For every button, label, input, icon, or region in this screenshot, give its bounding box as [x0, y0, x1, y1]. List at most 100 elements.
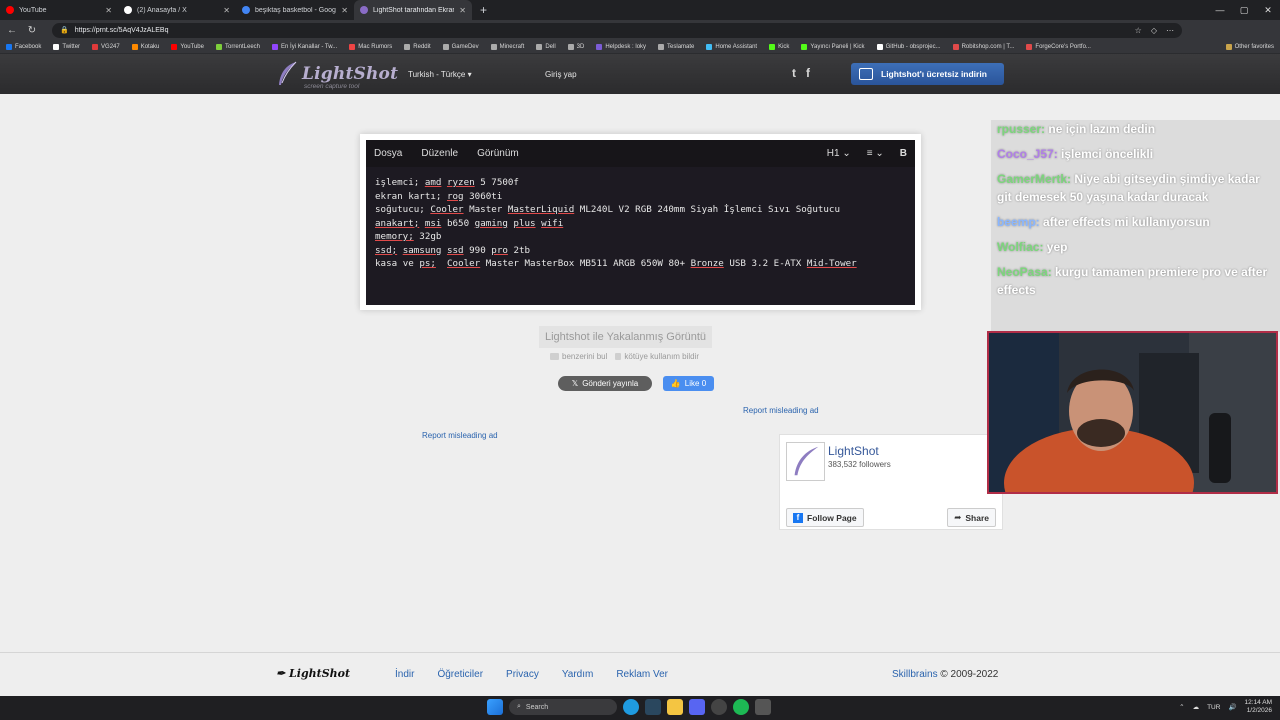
bookmark-item[interactable]: GitHub - obsprojec...	[876, 43, 941, 50]
steam-icon[interactable]	[645, 699, 661, 715]
lightshot-logo[interactable]: LightShot screen capture tool	[276, 61, 398, 90]
language-select[interactable]: Turkish - Türkçe ▾	[408, 70, 472, 79]
bookmark-favicon-icon	[801, 43, 808, 50]
extensions-icon[interactable]: ◇	[1151, 26, 1157, 35]
find-similar-link[interactable]: benzerini bul	[550, 352, 607, 361]
bookmark-favicon-icon	[952, 43, 959, 50]
share-button[interactable]: ➦ Share	[947, 508, 996, 527]
browser-tab[interactable]: YouTube ✕	[0, 0, 118, 20]
url-field[interactable]: 🔒 https://prnt.sc/5AqV4JzALEBq ☆ ◇ ⋯	[52, 22, 1182, 38]
tab-close-icon[interactable]: ✕	[105, 6, 112, 15]
browser-tab[interactable]: (2) Anasayfa / X ✕	[118, 0, 236, 20]
discord-icon[interactable]	[689, 699, 705, 715]
reload-icon[interactable]: ↻	[26, 25, 38, 36]
lock-icon: 🔒	[60, 27, 69, 34]
code-line: kasa ve ps; Cooler Master MasterBox MB51…	[375, 258, 857, 269]
bookmark-item[interactable]: VG247	[92, 43, 120, 50]
bookmark-item[interactable]: ForgeCore's Portfo...	[1026, 43, 1091, 50]
bookmark-item[interactable]: Dell	[536, 43, 556, 50]
editor-menubar: Dosya Düzenle Görünüm H1 ⌄ ≡ ⌄ B	[366, 140, 915, 167]
bookmark-item[interactable]: YouTube	[171, 43, 204, 50]
download-button[interactable]: Lightshot'ı ücretsiz indirin	[851, 63, 1004, 85]
report-abuse-link[interactable]: kötüye kullanım bildir	[615, 352, 699, 361]
bold-icon: B	[899, 148, 907, 159]
network-icon[interactable]: ☁	[1193, 703, 1200, 711]
maximize-icon[interactable]: ▢	[1232, 0, 1256, 20]
follow-page-button[interactable]: f Follow Page	[786, 508, 864, 527]
code-line: ssd; samsung ssd 990 pro 2tb	[375, 244, 531, 256]
footer-link[interactable]: Yardım	[562, 669, 594, 680]
minimize-icon[interactable]: —	[1208, 0, 1232, 20]
chat-username: NeoPasa:	[997, 265, 1052, 279]
footer-link[interactable]: İndir	[395, 669, 414, 680]
footer-link[interactable]: Privacy	[506, 669, 539, 680]
chat-username: rpusser:	[997, 122, 1046, 136]
browser-tab-strip: YouTube ✕ (2) Anasayfa / X ✕ beşiktaş basket…	[0, 0, 1280, 20]
facebook-icon: f	[793, 512, 803, 523]
x-icon: 𝕏	[571, 379, 579, 388]
bookmark-item[interactable]: TorrentLeech	[215, 43, 260, 50]
lang-indicator[interactable]: TUR	[1207, 704, 1220, 711]
tab-close-icon[interactable]: ✕	[459, 6, 466, 15]
browser-tab[interactable]: LightShot tarafından Ekran Görüntüsü ✕	[354, 0, 472, 20]
menu-icon[interactable]: ⋯	[1166, 26, 1174, 35]
facebook-icon[interactable]: f	[806, 66, 810, 80]
bookmark-item[interactable]: Robitshop.com | T...	[952, 43, 1014, 50]
bookmark-item[interactable]: Yayıncı Paneli | Kick	[801, 43, 865, 50]
tweet-button[interactable]: 𝕏 Gönderi yayınla	[558, 376, 652, 391]
bookmark-item[interactable]: Reddit	[404, 43, 431, 50]
like-button[interactable]: 👍 Like 0	[663, 376, 714, 391]
footer-logo[interactable]: ✒ LightShot	[276, 667, 350, 680]
obs-icon[interactable]	[711, 699, 727, 715]
bookmark-favicon-icon	[1026, 43, 1033, 50]
other-favorites[interactable]: Other favorites	[1225, 43, 1274, 50]
bookmark-item[interactable]: Facebook	[6, 43, 41, 50]
clock[interactable]: 12:14 AM 1/2/2026	[1245, 699, 1272, 715]
browser-tab[interactable]: beşiktaş basketbol - Google Search ✕	[236, 0, 354, 20]
folder-icon[interactable]	[667, 699, 683, 715]
bookmark-item[interactable]: GameDev	[442, 43, 479, 50]
bookmark-item[interactable]: Helpdesk : loky	[596, 43, 646, 50]
facebook-page-widget: LightShot 383,532 followers f Follow Page…	[779, 434, 1003, 530]
star-icon[interactable]: ☆	[1135, 26, 1142, 35]
spotify-icon[interactable]	[733, 699, 749, 715]
edge-icon[interactable]	[623, 699, 639, 715]
page-name[interactable]: LightShot	[828, 444, 879, 458]
stream-chat-overlay: rpusser: ne için lazım dedin Coco_J57: iş…	[991, 120, 1280, 332]
bookmark-item[interactable]: Kotaku	[131, 43, 159, 50]
footer-link[interactable]: Reklam Ver	[616, 669, 668, 680]
bookmark-favicon-icon	[6, 43, 12, 50]
bookmark-item[interactable]: Home Assistant	[706, 43, 757, 50]
page-avatar[interactable]	[786, 442, 825, 481]
tab-close-icon[interactable]: ✕	[223, 6, 230, 15]
report-ad-link-right[interactable]: Report misleading ad	[743, 406, 819, 415]
new-tab-button[interactable]: +	[472, 0, 495, 20]
bookmark-item[interactable]: Twitter	[53, 43, 80, 50]
download-icon	[859, 68, 873, 80]
search-icon: ⌕	[517, 703, 521, 710]
bookmark-item[interactable]: En İyi Kanallar - Tw...	[272, 43, 337, 50]
skillbrains-link[interactable]: Skillbrains	[892, 669, 938, 680]
bookmark-item[interactable]: Minecraft	[490, 43, 524, 50]
windows-start-icon[interactable]	[487, 699, 503, 715]
bookmark-favicon-icon	[876, 43, 883, 50]
list-icon: ≡ ⌄	[866, 148, 884, 159]
bookmark-item[interactable]: Kick	[769, 43, 789, 50]
tab-close-icon[interactable]: ✕	[341, 6, 348, 15]
taskbar-search[interactable]: ⌕ Search	[509, 699, 617, 715]
app-icon[interactable]	[755, 699, 771, 715]
tray-chevron-icon[interactable]: ⌃	[1179, 703, 1184, 711]
login-link[interactable]: Giriş yap	[545, 70, 577, 79]
bookmark-item[interactable]: Mac Rumors	[349, 43, 392, 50]
footer-link[interactable]: Öğreticiler	[437, 669, 483, 680]
bookmark-item[interactable]: Teslamate	[658, 43, 694, 50]
twitter-icon[interactable]: t	[792, 66, 796, 80]
tab-favicon-icon	[6, 6, 14, 14]
volume-icon[interactable]: 🔊	[1228, 703, 1236, 711]
close-window-icon[interactable]: ✕	[1256, 0, 1280, 20]
report-ad-link-left[interactable]: Report misleading ad	[422, 431, 498, 440]
back-icon[interactable]: ←	[6, 25, 18, 36]
taskbar: ⌕ Search ⌃ ☁ TUR 🔊 12:14 AM 1/2/2026	[0, 696, 1280, 720]
bookmark-favicon-icon	[769, 43, 776, 50]
bookmark-item[interactable]: 3D	[567, 43, 584, 50]
